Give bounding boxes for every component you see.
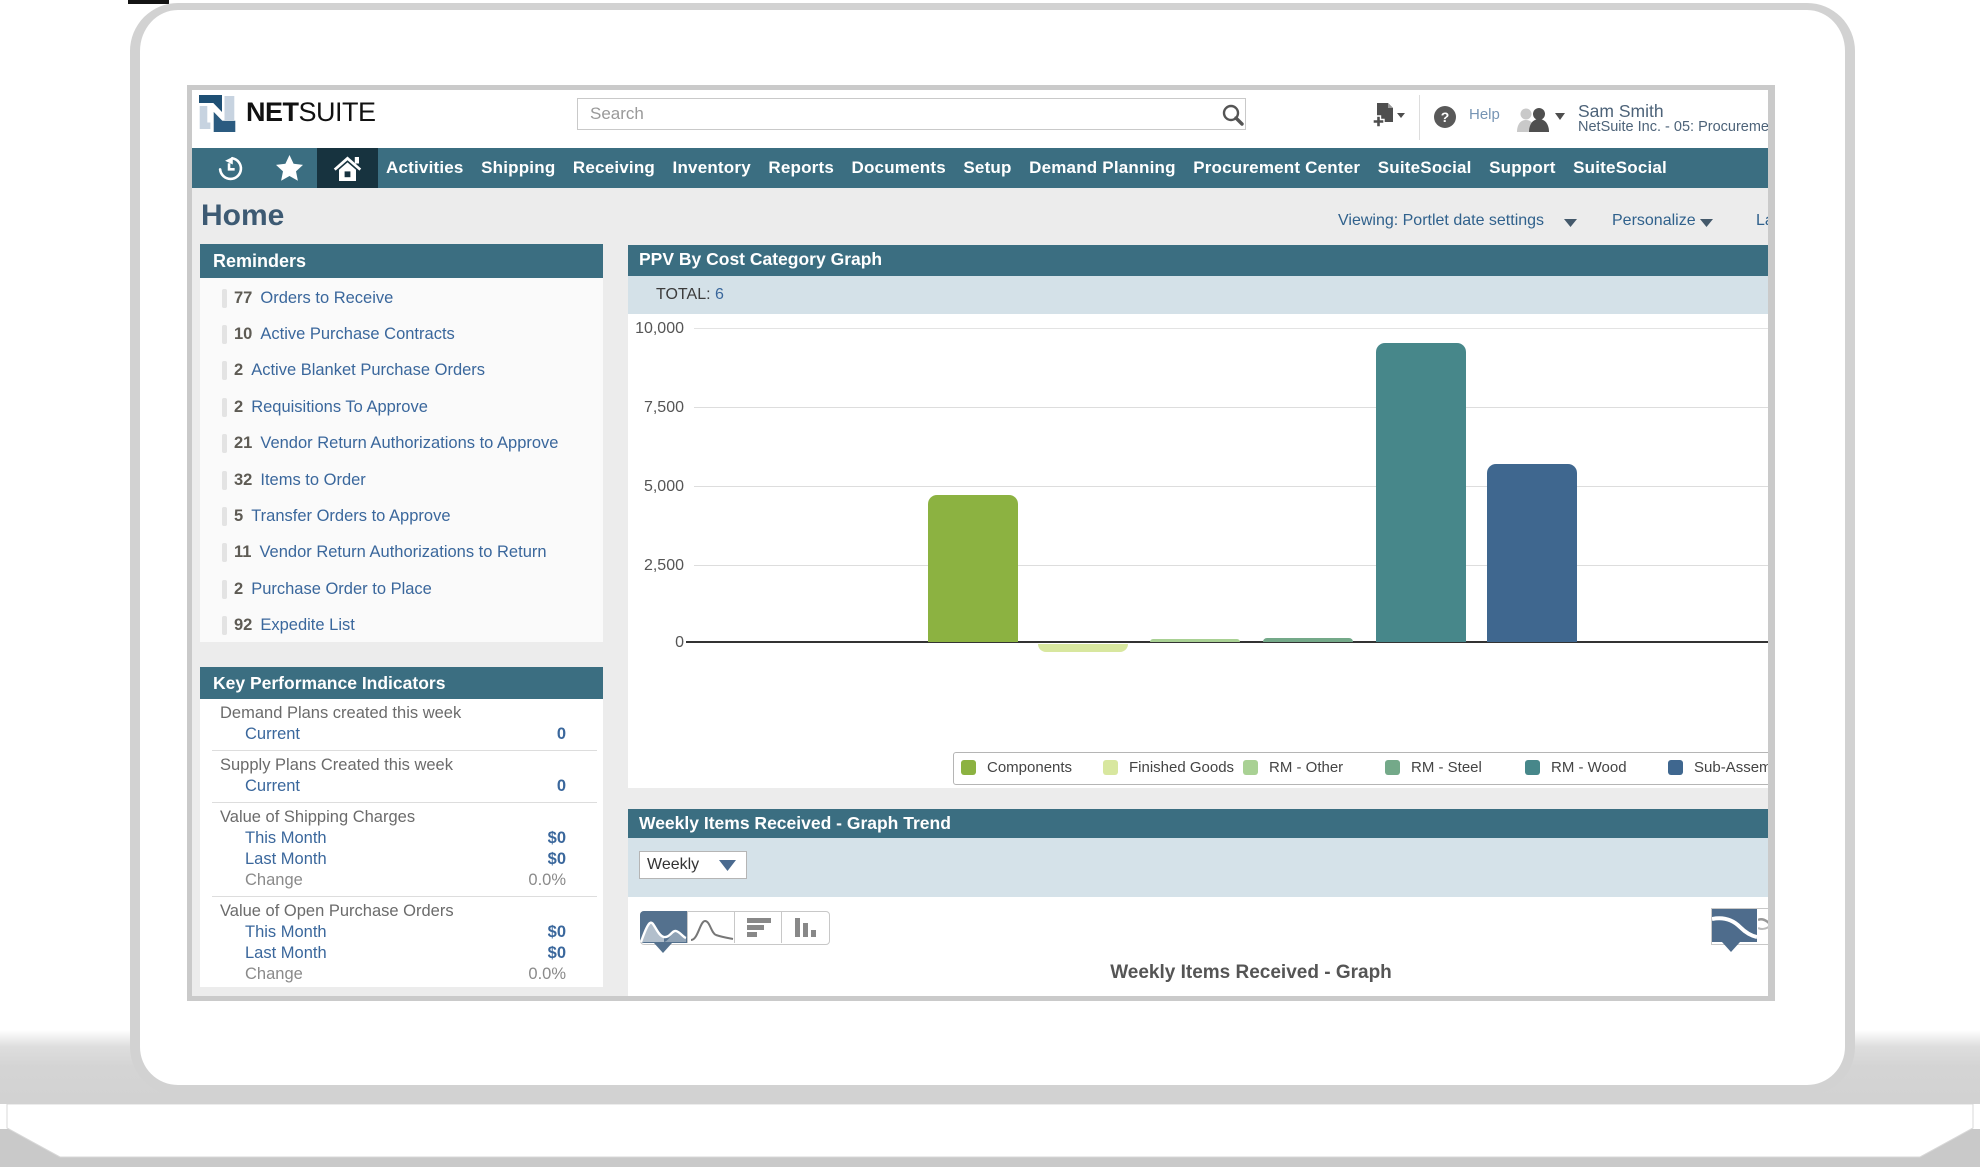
svg-text:?: ?	[1441, 109, 1450, 125]
